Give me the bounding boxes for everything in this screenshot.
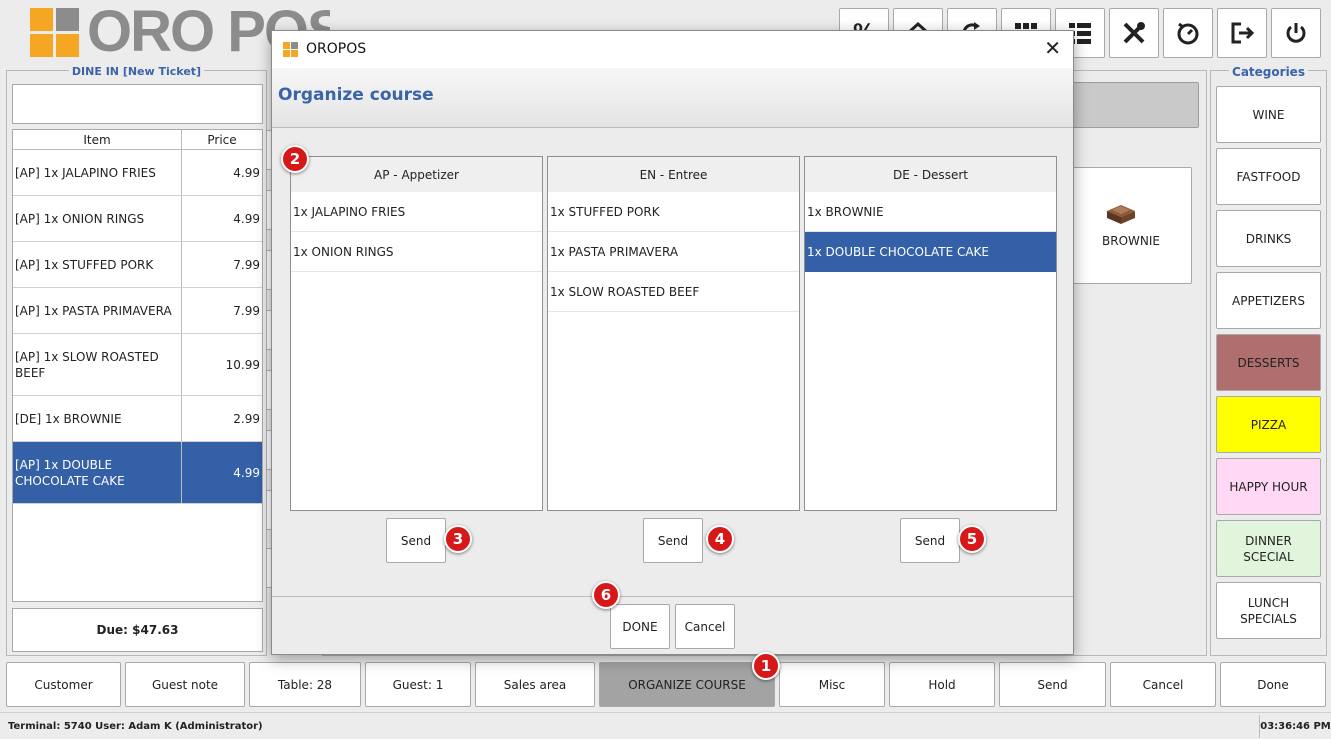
col-item-header: Item	[13, 130, 182, 149]
menu-group-bar[interactable]	[1070, 82, 1199, 128]
category-drinks[interactable]: DRINKS	[1216, 210, 1321, 267]
ticket-title: DINE IN [New Ticket]	[68, 65, 205, 78]
guest-note-button[interactable]: Guest note	[125, 662, 245, 707]
row-price: 4.99	[233, 211, 260, 226]
dialog-titlebar: OROPOS ✕	[272, 31, 1073, 68]
annotation-badge: 2	[281, 145, 309, 173]
row-price: 2.99	[233, 411, 260, 426]
table-row[interactable]: [AP] 1x SLOW ROASTED BEEF 10.99	[13, 334, 262, 396]
course-header: DE - Dessert	[805, 157, 1056, 192]
due-amount: Due: $47.63	[12, 608, 263, 652]
tools-button[interactable]	[1109, 8, 1159, 58]
oropos-app-icon	[283, 42, 298, 57]
course-header: EN - Entree	[548, 157, 799, 192]
dialog-divider	[272, 596, 1073, 597]
brownie-icon	[1107, 205, 1135, 224]
category-wine[interactable]: WINE	[1216, 86, 1321, 143]
course-item[interactable]: 1x ONION RINGS	[291, 232, 542, 272]
send-appetizer-button[interactable]: Send	[386, 518, 446, 563]
table-button[interactable]: Table: 28	[249, 662, 361, 707]
category-fastfood[interactable]: FASTFOOD	[1216, 148, 1321, 205]
dialog-done-button[interactable]: DONE	[610, 604, 670, 649]
annotation-badge: 1	[752, 652, 780, 680]
clock: 03:36:46 PM	[1259, 715, 1331, 738]
sales-area-button[interactable]: Sales area	[475, 662, 595, 707]
power-icon	[1286, 23, 1306, 43]
logout-icon	[1231, 22, 1255, 44]
terminal-user-info: Terminal: 5740 User: Adam K (Administrat…	[8, 721, 263, 732]
cancel-button[interactable]: Cancel	[1110, 662, 1216, 707]
timer-icon	[1177, 22, 1199, 45]
category-happy-hour[interactable]: HAPPY HOUR	[1216, 458, 1321, 515]
table-row[interactable]: [AP] 1x ONION RINGS 4.99	[13, 196, 262, 242]
misc-button[interactable]: Misc	[779, 662, 885, 707]
course-item[interactable]: 1x BROWNIE	[805, 192, 1056, 232]
col-price-header: Price	[207, 132, 237, 147]
hold-button[interactable]: Hold	[889, 662, 995, 707]
timer-button[interactable]	[1163, 8, 1213, 58]
annotation-badge: 3	[444, 525, 472, 553]
dialog-header: Organize course	[272, 68, 1073, 128]
course-item-selected[interactable]: 1x DOUBLE CHOCOLATE CAKE	[805, 232, 1056, 272]
send-button[interactable]: Send	[999, 662, 1106, 707]
category-appetizers[interactable]: APPETIZERS	[1216, 272, 1321, 329]
annotation-badge: 5	[958, 525, 986, 553]
course-appetizer-list: AP - Appetizer 1x JALAPINO FRIES 1x ONIO…	[290, 156, 543, 511]
course-dessert-list: DE - Dessert 1x BROWNIE 1x DOUBLE CHOCOL…	[804, 156, 1057, 511]
row-price: 7.99	[233, 257, 260, 272]
table-row[interactable]: [DE] 1x BROWNIE 2.99	[13, 396, 262, 442]
row-item: [DE] 1x BROWNIE	[13, 396, 182, 441]
course-entree-list: EN - Entree 1x STUFFED PORK 1x PASTA PRI…	[547, 156, 800, 511]
ticket-panel: DINE IN [New Ticket] Item Price [AP] 1x …	[6, 65, 267, 656]
power-button[interactable]	[1271, 8, 1321, 58]
row-price: 4.99	[233, 465, 260, 480]
category-pizza[interactable]: PIZZA	[1216, 396, 1321, 453]
row-price: 7.99	[233, 303, 260, 318]
organize-course-dialog: OROPOS ✕ Organize course AP - Appetizer …	[271, 30, 1074, 655]
done-button[interactable]: Done	[1220, 662, 1326, 707]
course-item[interactable]: 1x PASTA PRIMAVERA	[548, 232, 799, 272]
row-item: [AP] 1x PASTA PRIMAVERA	[13, 288, 182, 333]
categories-panel: Categories WINE FASTFOOD DRINKS APPETIZE…	[1210, 65, 1327, 656]
logout-button[interactable]	[1217, 8, 1267, 58]
annotation-badge: 6	[592, 581, 620, 609]
row-item: [AP] 1x DOUBLE CHOCOLATE CAKE	[13, 442, 182, 503]
row-item: [AP] 1x ONION RINGS	[13, 196, 182, 241]
close-icon[interactable]: ✕	[1044, 38, 1061, 58]
guest-button[interactable]: Guest: 1	[365, 662, 471, 707]
annotation-badge: 4	[706, 525, 734, 553]
row-item: [AP] 1x JALAPINO FRIES	[13, 150, 182, 195]
ticket-search-input[interactable]	[12, 84, 263, 124]
category-desserts[interactable]: DESSERTS	[1216, 334, 1321, 391]
row-price: 10.99	[225, 357, 260, 372]
categories-title: Categories	[1229, 65, 1308, 79]
table-row[interactable]: [AP] 1x PASTA PRIMAVERA 7.99	[13, 288, 262, 334]
dialog-window-title: OROPOS	[306, 41, 367, 57]
course-item[interactable]: 1x JALAPINO FRIES	[291, 192, 542, 232]
category-dinner-special[interactable]: DINNER SCECIAL	[1216, 520, 1321, 577]
ticket-table: Item Price [AP] 1x JALAPINO FRIES 4.99 […	[12, 129, 263, 602]
dialog-heading: Organize course	[278, 85, 434, 105]
send-dessert-button[interactable]: Send	[900, 518, 960, 563]
course-item[interactable]: 1x STUFFED PORK	[548, 192, 799, 232]
menu-item-label: BROWNIE	[1102, 234, 1160, 248]
logo-mark-icon	[30, 7, 79, 57]
row-price: 4.99	[233, 165, 260, 180]
send-entree-button[interactable]: Send	[643, 518, 703, 563]
row-item: [AP] 1x STUFFED PORK	[13, 242, 182, 287]
course-item[interactable]: 1x SLOW ROASTED BEEF	[548, 272, 799, 312]
status-bar: Terminal: 5740 User: Adam K (Administrat…	[0, 712, 1331, 739]
ticket-table-header: Item Price	[13, 130, 262, 150]
menu-item-brownie[interactable]: BROWNIE	[1070, 167, 1192, 284]
course-header: AP - Appetizer	[291, 157, 542, 192]
dialog-cancel-button[interactable]: Cancel	[675, 604, 735, 649]
category-lunch-specials[interactable]: LUNCH SPECIALS	[1216, 582, 1321, 639]
tools-icon	[1123, 22, 1145, 44]
customer-button[interactable]: Customer	[6, 662, 121, 707]
table-row[interactable]: [AP] 1x STUFFED PORK 7.99	[13, 242, 262, 288]
table-row-selected[interactable]: [AP] 1x DOUBLE CHOCOLATE CAKE 4.99	[13, 442, 262, 504]
row-item: [AP] 1x SLOW ROASTED BEEF	[13, 334, 182, 395]
table-row[interactable]: [AP] 1x JALAPINO FRIES 4.99	[13, 150, 262, 196]
organize-course-button[interactable]: ORGANIZE COURSE	[599, 662, 775, 707]
